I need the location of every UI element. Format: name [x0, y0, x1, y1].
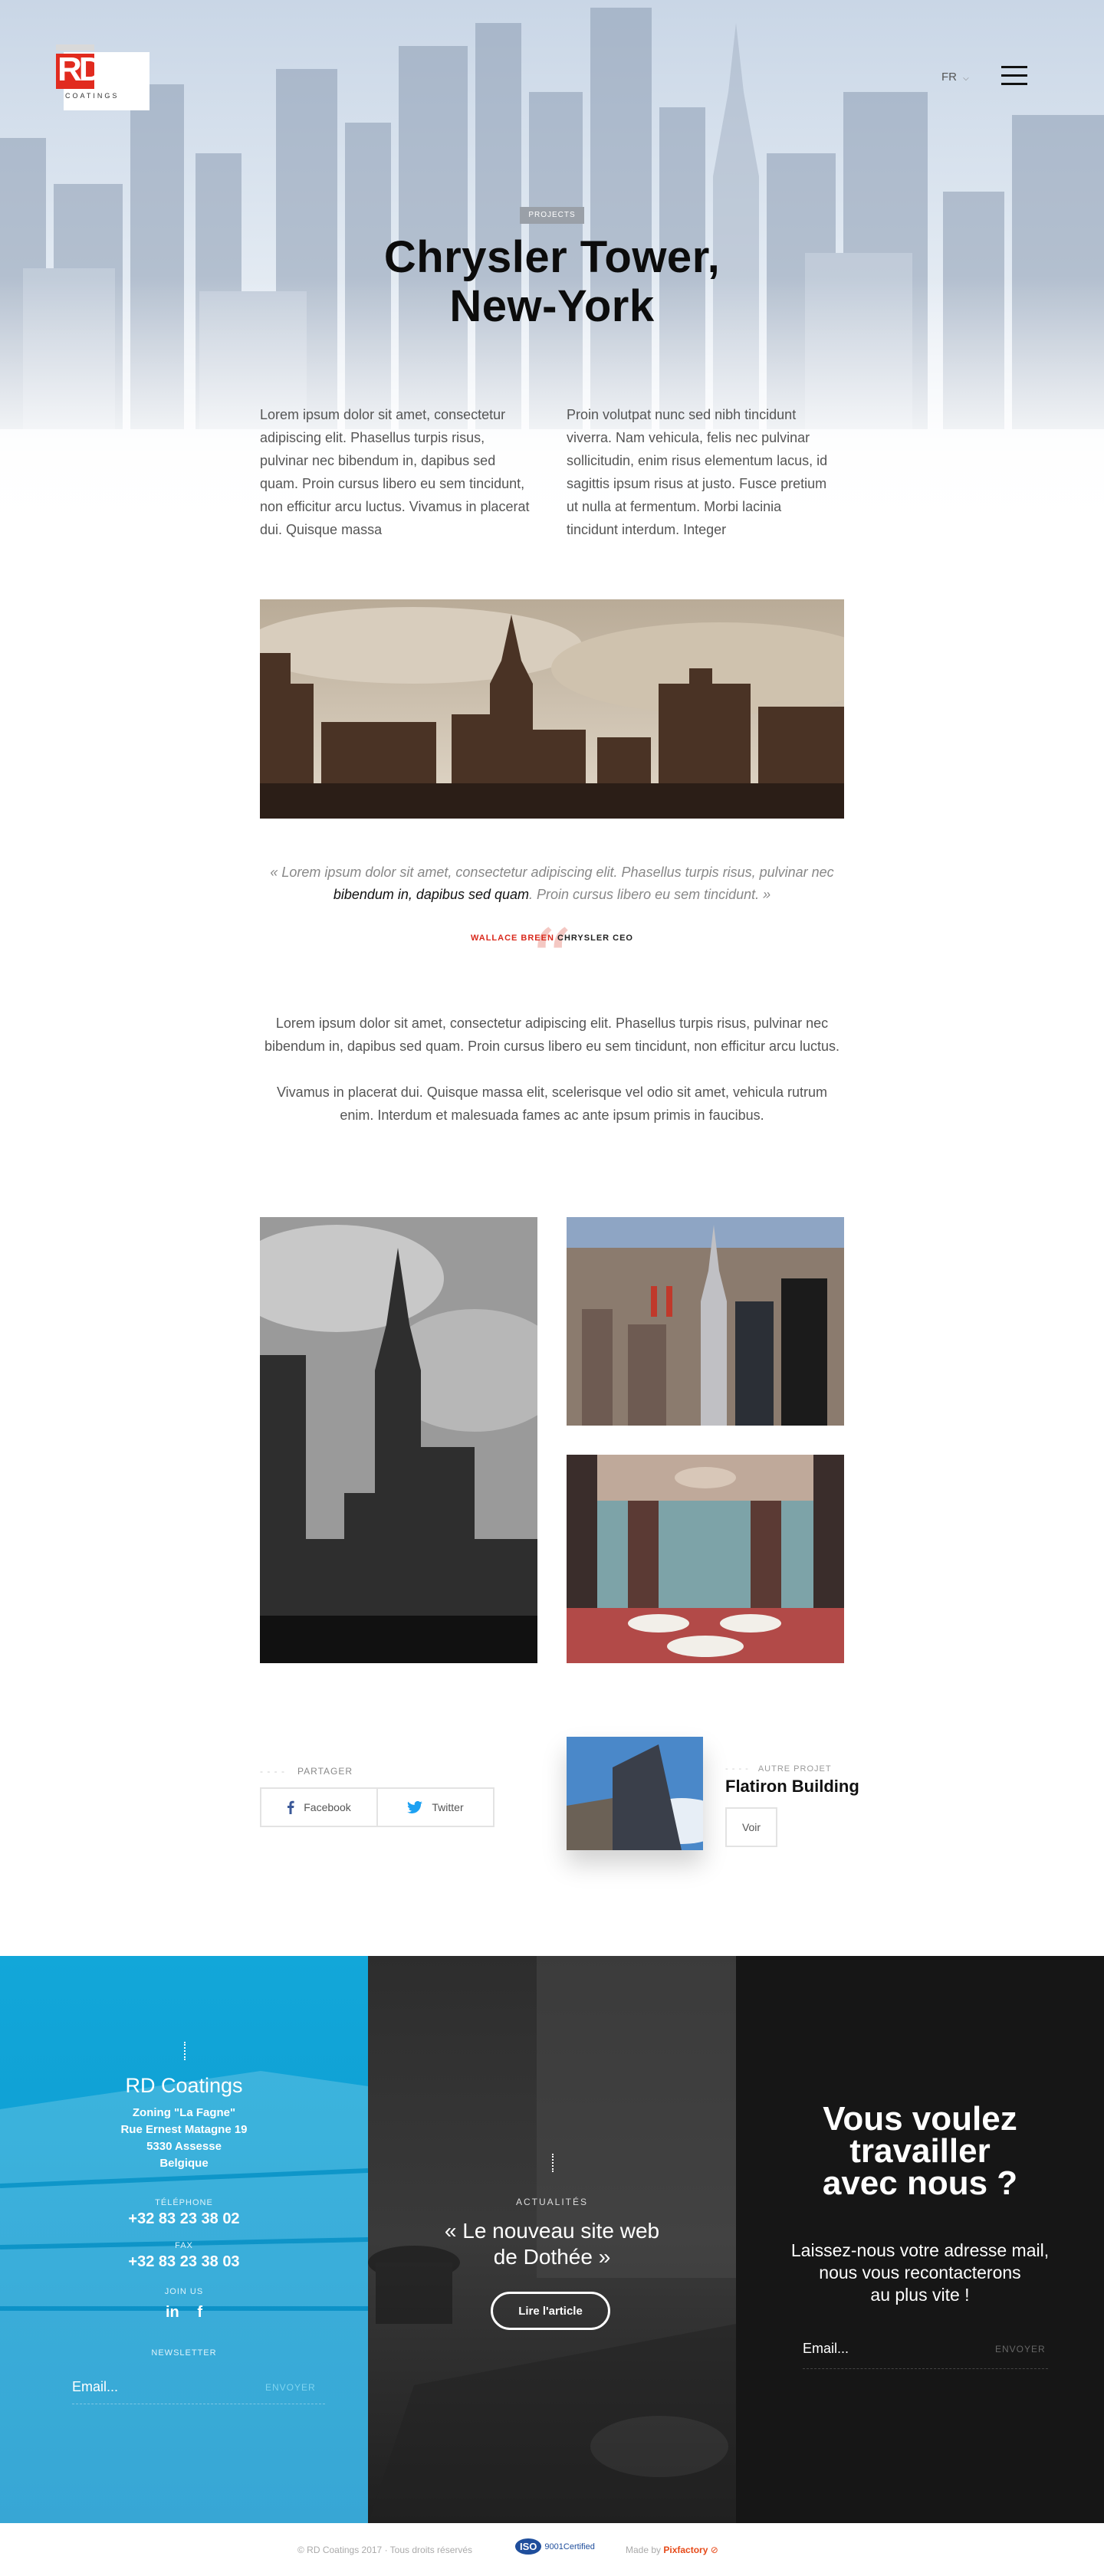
view-project-button[interactable]: Voir	[725, 1807, 777, 1847]
made-by-label: Made by	[626, 2545, 662, 2555]
facebook-label: Facebook	[304, 1801, 351, 1813]
social-links: in f	[0, 2304, 368, 2322]
logo-word: COATINGS	[65, 92, 120, 100]
bottom-bar: © RD Coatings 2017 · Tous droits réservé…	[0, 2523, 1104, 2576]
body-paragraph-1: Lorem ipsum dolor sit amet, consectetur …	[264, 1016, 840, 1054]
body-paragraph-2: Vivamus in placerat dui. Quisque massa e…	[277, 1085, 827, 1123]
category-badge: PROJECTS	[520, 207, 584, 224]
contact-panel	[0, 1956, 368, 2523]
gallery-aerial-photo[interactable]	[567, 1217, 844, 1426]
pull-quote: « Lorem ipsum dolor sit amet, consectetu…	[260, 861, 844, 906]
facebook-icon	[288, 1800, 294, 1814]
company-address: Zoning "La Fagne" Rue Ernest Matagne 19 …	[0, 2105, 368, 2172]
iso-certification: ISO 9001Certified	[515, 2538, 595, 2555]
other-project-label-text: AUTRE PROJET	[757, 1764, 832, 1774]
address-line: Zoning "La Fagne"	[132, 2106, 236, 2119]
cta-title-line: avec nous ?	[822, 2164, 1018, 2202]
other-project-title[interactable]: Flatiron Building	[725, 1777, 859, 1797]
hamburger-icon[interactable]	[1001, 66, 1027, 86]
chrysler-skyline-photo	[260, 599, 844, 819]
share-label: - - - - PARTAGER	[260, 1766, 353, 1777]
newsletter-send-button[interactable]: ENVOYER	[265, 2382, 316, 2393]
cta-email-underline	[803, 2368, 1048, 2369]
cta-title: Vous voulez travailler avec nous ?	[736, 2102, 1104, 2202]
dotted-divider	[184, 2042, 186, 2060]
made-by: Made by Pixfactory ⊘	[626, 2545, 718, 2555]
cta-email-input[interactable]	[803, 2341, 987, 2357]
page-title: Chrysler Tower, New-York	[245, 233, 859, 331]
address-line: Belgique	[159, 2157, 209, 2170]
article-body: Lorem ipsum dolor sit amet, consectetur …	[260, 1012, 844, 1150]
rd-coatings-logo[interactable]: RD COATINGS	[56, 44, 150, 110]
newsletter-email-input[interactable]	[72, 2379, 287, 2395]
flatiron-thumbnail[interactable]	[567, 1737, 703, 1850]
page-title-line-2: New-York	[449, 281, 655, 331]
quote-close: . Proin cursus libero eu sem tincidunt. …	[529, 887, 771, 902]
quote-open: « Lorem ipsum dolor sit amet, consectetu…	[270, 865, 834, 880]
phone-number[interactable]: +32 83 23 38 02	[0, 2210, 368, 2228]
author-role: CHRYSLER CEO	[557, 934, 633, 943]
iso-text: 9001Certified	[544, 2542, 595, 2551]
address-line: Rue Ernest Matagne 19	[120, 2123, 248, 2136]
iso-icon: ISO	[515, 2538, 542, 2555]
join-us-label: JOIN US	[164, 2287, 204, 2296]
quote-author: WALLACE BREEN CHRYSLER CEO	[260, 934, 844, 943]
intro-column-right: Proin volutpat nunc sed nibh tincidunt v…	[567, 407, 828, 537]
gallery-interior-photo[interactable]	[567, 1455, 844, 1663]
facebook-share-button[interactable]: Facebook	[261, 1789, 376, 1826]
share-buttons: Facebook Twitter	[260, 1787, 495, 1827]
cta-subtitle: Laissez-nous votre adresse mail, nous vo…	[736, 2240, 1104, 2306]
linkedin-icon[interactable]: in	[166, 2304, 179, 2321]
phone-label: TÉLÉPHONE	[155, 2198, 213, 2207]
dotted-divider	[552, 2154, 554, 2172]
cta-sub-line: au plus vite !	[870, 2285, 970, 2305]
gallery-bw-tower-photo[interactable]	[260, 1217, 537, 1663]
chevron-down-icon: ⌵	[963, 74, 969, 83]
page-title-line-1: Chrysler Tower,	[383, 232, 721, 282]
intro-column-left: Lorem ipsum dolor sit amet, consectetur …	[260, 407, 530, 537]
building-background-image	[0, 2071, 368, 2523]
share-label-text: PARTAGER	[297, 1766, 353, 1777]
cta-send-button[interactable]: ENVOYER	[995, 2344, 1046, 2354]
company-name: RD Coatings	[125, 2074, 243, 2097]
copyright: © RD Coatings 2017 · Tous droits réservé…	[297, 2545, 473, 2555]
cta-sub-line: nous vous recontacterons	[819, 2263, 1021, 2282]
cta-sub-line: Laissez-nous votre adresse mail,	[790, 2240, 1050, 2260]
logo-letters: RD	[58, 51, 104, 88]
fax-label: FAX	[175, 2241, 193, 2250]
pixfactory-link[interactable]: Pixfactory	[663, 2545, 708, 2555]
other-project-label: - - - - AUTRE PROJET	[725, 1764, 832, 1774]
language-selector[interactable]: FR ⌵	[941, 71, 969, 84]
dash-line-icon: - - - -	[725, 1764, 749, 1774]
pixfactory-icon: ⊘	[710, 2545, 718, 2555]
news-title[interactable]: « Le nouveau site web de Dothée »	[368, 2218, 736, 2270]
twitter-share-button[interactable]: Twitter	[376, 1789, 493, 1826]
news-title-line-1: « Le nouveau site web	[444, 2219, 660, 2243]
address-line: 5330 Assesse	[146, 2140, 222, 2153]
fax-number: +32 83 23 38 03	[128, 2253, 240, 2270]
read-article-button[interactable]: Lire l'article	[491, 2292, 610, 2330]
quote-highlight: bibendum in, dapibus sed quam	[333, 887, 530, 902]
language-label: FR	[941, 71, 957, 84]
facebook-icon[interactable]: f	[197, 2304, 202, 2321]
iso-mark: ISO	[520, 2541, 537, 2552]
author-name: WALLACE BREEN	[470, 934, 554, 943]
newsletter-label: NEWSLETTER	[151, 2348, 217, 2358]
news-category: ACTUALITÉS	[515, 2197, 588, 2207]
dash-line-icon: - - - -	[260, 1766, 285, 1777]
twitter-label: Twitter	[432, 1801, 464, 1813]
news-title-line-2: de Dothée »	[493, 2245, 611, 2269]
twitter-icon	[407, 1801, 423, 1813]
quote-mark-icon: “	[529, 911, 573, 1009]
